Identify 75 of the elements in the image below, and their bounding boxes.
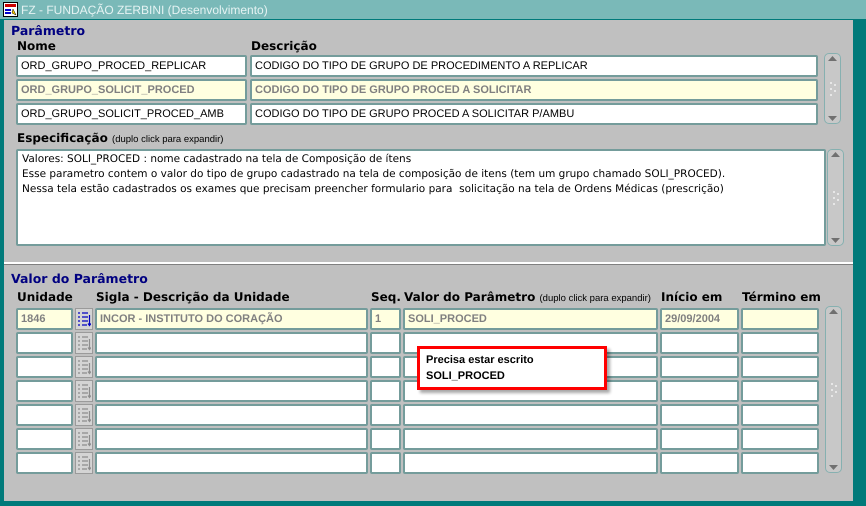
scroll-up-icon[interactable] [828,56,837,61]
scrollbar[interactable] [825,306,842,473]
end-date-field[interactable] [741,356,819,378]
end-date-field[interactable] [741,428,819,450]
description-field[interactable]: CODIGO DO TIPO DE GRUPO DE PROCEDIMENTO A REPLICAR [250,55,818,77]
annotation-tooltip: Precisa estar escrito SOLI_PROCED [417,346,607,390]
column-header: Término em [742,290,821,304]
column-header: Início em [661,290,722,304]
scrollbar[interactable] [827,149,844,246]
grip-icon[interactable] [832,190,838,204]
field-label: Especificação [17,131,108,145]
sequence-field[interactable] [370,356,401,378]
specification-field[interactable]: Valores: SOLI_PROCED : nome cadastrado na tela de Composição de ítens Esse parametro contem o valor do tipo de grupo cadastrado na tela de composição de itens (tem um grupo chamado SOLI_PROCED). Nessa tela estão cadastrados os exames que precisam preencher formulario para solicitação na tela de Ordens Médicas (prescrição) [16,149,826,246]
scrollbar[interactable] [824,53,841,124]
name-field[interactable]: ORD_GRUPO_PROCED_REPLICAR [16,55,247,77]
scroll-up-icon[interactable] [831,152,840,157]
scroll-down-icon[interactable] [829,465,838,470]
unit-description-field[interactable] [95,380,368,402]
unit-description-field[interactable] [95,404,368,426]
end-date-field[interactable] [741,380,819,402]
value-field[interactable] [403,452,658,474]
app-icon [3,2,18,17]
unit-field[interactable] [16,428,73,450]
unit-field[interactable]: 1846 [16,308,73,330]
section-title: Parâmetro [11,23,86,39]
end-date-field[interactable] [741,308,819,330]
scroll-up-icon[interactable] [829,309,838,314]
sequence-field[interactable] [370,380,401,402]
description-field[interactable]: CODIGO DO TIPO DE GRUPO PROCED A SOLICITAR P/AMBU [250,103,818,125]
unit-description-field[interactable] [95,332,368,354]
sequence-field[interactable] [370,452,401,474]
sequence-field[interactable] [370,404,401,426]
start-date-field[interactable] [660,332,739,354]
unit-field[interactable] [16,404,73,426]
value-field[interactable] [403,404,658,426]
start-date-field[interactable] [660,404,739,426]
section-title: Valor do Parâmetro [11,271,149,287]
column-header: Sigla - Descrição da Unidade [96,290,290,304]
grip-icon[interactable] [830,382,836,396]
unit-field[interactable] [16,332,73,354]
column-header: Seq. [371,290,401,304]
name-field[interactable]: ORD_GRUPO_SOLICIT_PROCED [16,79,247,101]
description-field[interactable]: CODIGO DO TIPO DE GRUPO PROCED A SOLICITAR [250,79,818,101]
end-date-field[interactable] [741,452,819,474]
unit-description-field[interactable] [95,452,368,474]
column-hint: (duplo click para expandir) [540,293,651,304]
column-header: Descrição [251,39,318,53]
sequence-field[interactable] [370,428,401,450]
window-title: FZ - FUNDAÇÃO ZERBINI (Desenvolvimento) [21,2,268,18]
unit-field[interactable] [16,356,73,378]
column-header: Nome [17,39,57,53]
unit-description-field[interactable] [95,356,368,378]
unit-description-field[interactable] [95,428,368,450]
start-date-field[interactable]: 29/09/2004 [660,308,739,330]
unit-field[interactable] [16,452,73,474]
end-date-field[interactable] [741,404,819,426]
scroll-down-icon[interactable] [831,238,840,243]
start-date-field[interactable] [660,428,739,450]
sequence-field[interactable]: 1 [370,308,401,330]
start-date-field[interactable] [660,452,739,474]
grip-icon[interactable] [830,82,836,96]
name-field[interactable]: ORD_GRUPO_SOLICIT_PROCED_AMB [16,103,247,125]
unit-field[interactable] [16,380,73,402]
sequence-field[interactable] [370,332,401,354]
start-date-field[interactable] [660,380,739,402]
end-date-field[interactable] [741,332,819,354]
column-header: Unidade [17,290,73,304]
value-field[interactable] [403,428,658,450]
start-date-field[interactable] [660,356,739,378]
column-header: Valor do Parâmetro [404,290,536,304]
unit-description-field[interactable]: INCOR - INSTITUTO DO CORAÇÃO [95,308,368,330]
field-hint: (duplo click para expandir) [112,134,224,145]
value-field[interactable]: SOLI_PROCED [403,308,658,330]
scroll-down-icon[interactable] [828,116,837,121]
list-lookup-button[interactable] [75,308,93,330]
